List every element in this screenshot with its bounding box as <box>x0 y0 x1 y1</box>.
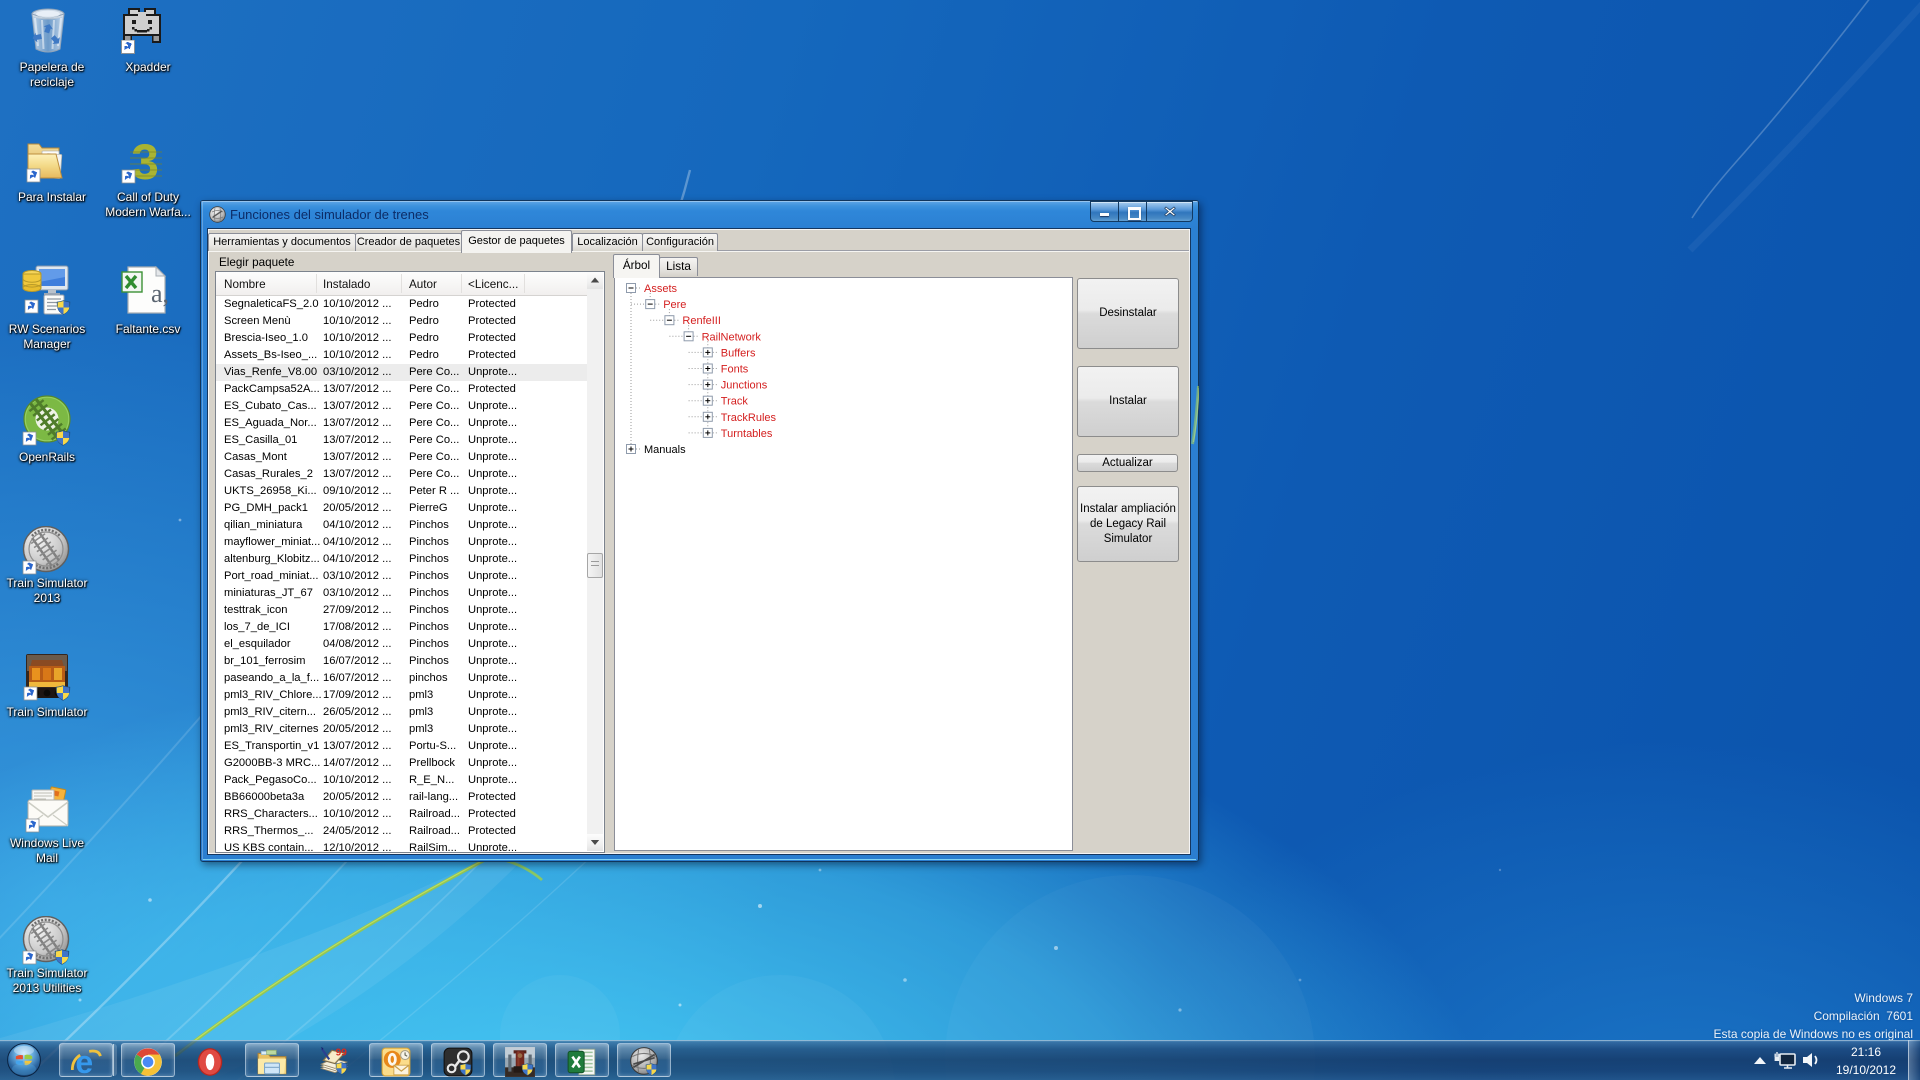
svg-text:99: 99 <box>336 1048 348 1059</box>
svg-text:Pere: Pere <box>663 299 686 311</box>
svg-text:Track: Track <box>721 396 749 408</box>
svg-text:Buffers: Buffers <box>721 347 756 359</box>
svg-text:TrackRules: TrackRules <box>721 412 777 424</box>
svg-text:Fonts: Fonts <box>721 364 749 376</box>
svg-text:Junctions: Junctions <box>721 380 768 392</box>
svg-text:Manuals: Manuals <box>644 444 686 456</box>
svg-text:Assets: Assets <box>644 283 678 295</box>
svg-text:RailNetwork: RailNetwork <box>702 331 762 343</box>
svg-text:a,: a, <box>151 279 169 308</box>
svg-text:Turntables: Turntables <box>721 428 773 440</box>
svg-text:RenfeIII: RenfeIII <box>682 315 721 327</box>
